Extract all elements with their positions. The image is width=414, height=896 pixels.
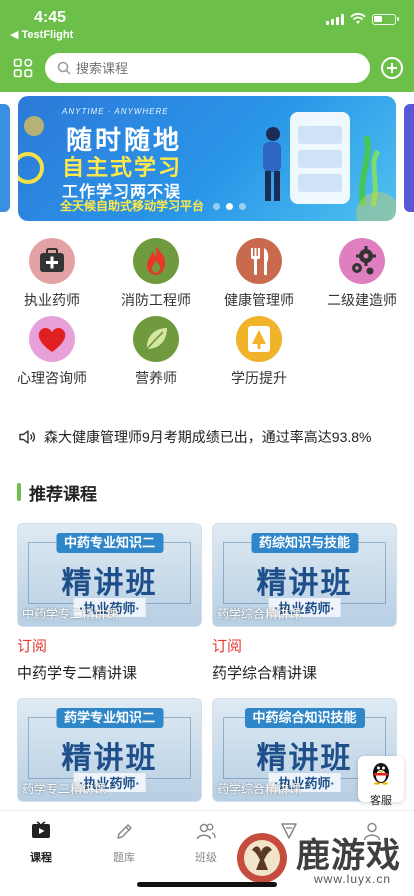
watermark-url: www.luyx.cn [314, 872, 392, 886]
plus-circle-icon[interactable] [381, 57, 403, 79]
carousel-dot[interactable] [213, 203, 220, 210]
search-bar[interactable] [45, 53, 370, 83]
category-education[interactable]: 学历提升 [209, 316, 309, 388]
subscribe-label[interactable]: 订阅 [212, 635, 397, 656]
status-icons [326, 13, 399, 25]
course-card[interactable]: 药学专业知识二 精讲班 ·执业药师· 药学专二精讲课 [17, 698, 202, 802]
course-name: 中药学专二精讲课 [17, 665, 138, 682]
category-fire-engineer[interactable]: 消防工程师 [106, 238, 206, 310]
heart-icon [29, 316, 75, 362]
category-label: 执业药师 [24, 292, 80, 308]
qq-penguin-icon [373, 763, 389, 785]
category-label: 消防工程师 [121, 292, 191, 308]
top-header: 4:45 ◀ TestFlight [0, 0, 414, 92]
banner-slide[interactable]: ANYTIME · ANYWHERE 随时随地 自主式学习 工作学习两不误 全天… [18, 96, 396, 221]
carousel-dot[interactable] [239, 203, 246, 210]
category-label: 健康管理师 [224, 292, 294, 308]
tab-class[interactable]: 班级 [176, 821, 236, 865]
tab-question-bank[interactable]: 题库 [94, 821, 154, 865]
users-icon [196, 823, 216, 840]
fork-knife-icon [236, 238, 282, 284]
subscribe-label[interactable]: 订阅 [17, 635, 202, 656]
play-tv-icon [32, 821, 50, 838]
section-title: 推荐课程 [29, 484, 97, 504]
home-indicator [137, 882, 277, 887]
course-thumbnail[interactable]: 中药专业知识二 精讲班 ·执业药师· 中药学专二精讲课 [17, 523, 202, 627]
grid-apps-icon[interactable] [13, 58, 33, 78]
course-card[interactable]: 药综知识与技能 精讲班 ·执业药师· 药学综合精讲课 订阅 药学综合精讲课 [212, 523, 397, 683]
thumb-overlay-text: 药学综合精讲课 [217, 782, 302, 796]
testflight-back-link[interactable]: ◀ TestFlight [10, 28, 73, 41]
tab-courses[interactable]: 课程 [11, 821, 71, 865]
fire-icon [133, 238, 179, 284]
category-psychologist[interactable]: 心理咨询师 [2, 316, 102, 388]
customer-service-button[interactable]: 客服 [358, 756, 404, 807]
course-thumbnail[interactable]: 药学专业知识二 精讲班 ·执业药师· 药学专二精讲课 [17, 698, 202, 802]
thumb-title: 精讲班 [61, 742, 158, 775]
wifi-icon [350, 13, 366, 24]
category-label: 二级建造师 [327, 292, 397, 308]
cellular-signal-icon [326, 13, 344, 25]
watermark: 鹿游戏 www.luyx.cn [234, 828, 414, 888]
watermark-text: 鹿游戏 [296, 837, 401, 875]
search-icon [57, 61, 71, 75]
category-label: 心理咨询师 [17, 370, 87, 386]
carousel-dot-active[interactable] [226, 203, 233, 210]
banner-prev-peek [0, 104, 10, 212]
speaker-icon [19, 430, 36, 444]
course-name: 药学综合精讲课 [212, 665, 318, 682]
banner-sub: ANYTIME · ANYWHERE [62, 107, 169, 116]
thumb-subject: 中药专业知识二 [55, 533, 164, 553]
notice-text: 森大健康管理师9月考期成绩已出，通过率高达93.8% [44, 429, 372, 445]
carousel-dots [213, 203, 246, 210]
thumb-overlay-text: 药学综合精讲课 [217, 607, 302, 621]
thumb-overlay-text: 中药学专二精讲课 [22, 607, 119, 621]
gears-icon [339, 238, 385, 284]
banner-carousel[interactable]: ANYTIME · ANYWHERE 随时随地 自主式学习 工作学习两不误 全天… [0, 92, 414, 227]
medical-kit-icon [29, 238, 75, 284]
tab-label: 课程 [30, 852, 52, 864]
thumb-overlay-text: 药学专二精讲课 [22, 782, 107, 796]
thumb-subject: 中药综合知识技能 [244, 708, 365, 728]
category-pharmacist[interactable]: 执业药师 [2, 238, 102, 310]
thumb-title: 精讲班 [61, 567, 158, 600]
graduation-icon [236, 316, 282, 362]
deer-logo-icon [237, 833, 287, 883]
section-header: 推荐课程 [17, 481, 97, 504]
pen-icon [117, 824, 132, 839]
battery-icon [372, 13, 399, 25]
banner-line4: 全天候自助式移动学习平台 [60, 199, 205, 213]
tab-label: 题库 [113, 852, 135, 864]
customer-service-label: 客服 [370, 795, 392, 807]
category-label: 学历提升 [231, 370, 287, 386]
section-accent-bar [17, 483, 21, 501]
course-thumbnail[interactable]: 药综知识与技能 精讲班 ·执业药师· 药学综合精讲课 [212, 523, 397, 627]
category-health-manager[interactable]: 健康管理师 [209, 238, 309, 310]
tab-label: 班级 [195, 852, 217, 864]
search-input[interactable] [76, 60, 326, 76]
thumb-subject: 药综知识与技能 [250, 533, 359, 553]
leaf-icon [133, 316, 179, 362]
category-nutritionist[interactable]: 营养师 [106, 316, 206, 388]
thumb-subject: 药学专业知识二 [55, 708, 164, 728]
course-card[interactable]: 中药专业知识二 精讲班 ·执业药师· 中药学专二精讲课 订阅 中药学专二精讲课 [17, 523, 202, 683]
category-label: 营养师 [135, 370, 177, 386]
thumb-title: 精讲班 [256, 567, 353, 600]
status-time: 4:45 [34, 9, 67, 26]
banner-next-peek [404, 104, 414, 212]
notice-bar[interactable]: 森大健康管理师9月考期成绩已出，通过率高达93.8% [18, 425, 408, 449]
category-constructor[interactable]: 二级建造师 [312, 238, 412, 310]
